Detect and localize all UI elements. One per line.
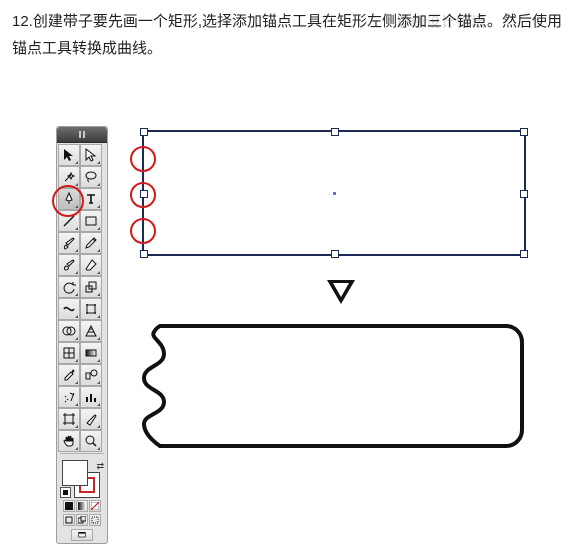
fill-swatch[interactable] bbox=[62, 460, 88, 486]
shape-builder-tool[interactable] bbox=[58, 320, 80, 342]
mesh-tool[interactable] bbox=[58, 342, 80, 364]
pen-tool[interactable] bbox=[58, 188, 80, 210]
draw-inside-button[interactable] bbox=[89, 514, 101, 526]
tools-panel: ⇄ bbox=[56, 126, 108, 544]
step-instruction: 12.创建带子要先画一个矩形,选择添加锚点工具在矩形左侧添加三个锚点。然后使用锚… bbox=[12, 8, 564, 62]
pencil-tool[interactable] bbox=[80, 232, 102, 254]
tool-grid bbox=[57, 143, 107, 456]
symbol-sprayer-tool[interactable] bbox=[58, 386, 80, 408]
demo-area bbox=[126, 130, 556, 448]
width-tool[interactable] bbox=[58, 298, 80, 320]
perspective-grid-tool[interactable] bbox=[80, 320, 102, 342]
gradient-tool[interactable] bbox=[80, 342, 102, 364]
center-point-icon bbox=[333, 192, 336, 195]
handle-icon bbox=[140, 250, 148, 258]
type-tool[interactable] bbox=[80, 188, 102, 210]
color-mode-row bbox=[57, 500, 107, 512]
added-anchor-marker bbox=[130, 146, 156, 172]
zoom-tool[interactable] bbox=[80, 430, 102, 452]
selected-rectangle bbox=[142, 130, 526, 256]
screen-mode-row bbox=[57, 529, 107, 541]
column-graph-tool[interactable] bbox=[80, 386, 102, 408]
gradient-mode-button[interactable] bbox=[76, 500, 88, 512]
screen-mode-button[interactable] bbox=[71, 529, 93, 541]
handle-icon bbox=[520, 250, 528, 258]
none-mode-button[interactable] bbox=[89, 500, 101, 512]
draw-mode-row bbox=[57, 514, 107, 526]
added-anchor-marker bbox=[130, 218, 156, 244]
fill-stroke-swatches[interactable]: ⇄ bbox=[60, 458, 104, 498]
swap-fill-stroke-icon[interactable]: ⇄ bbox=[96, 458, 104, 474]
scale-tool[interactable] bbox=[80, 276, 102, 298]
color-mode-button[interactable] bbox=[63, 500, 75, 512]
curved-result-shape bbox=[142, 324, 556, 448]
handle-icon bbox=[140, 128, 148, 136]
line-segment-tool[interactable] bbox=[58, 210, 80, 232]
draw-normal-button[interactable] bbox=[63, 514, 75, 526]
magic-wand-tool[interactable] bbox=[58, 166, 80, 188]
artboard-tool[interactable] bbox=[58, 408, 80, 430]
added-anchor-marker bbox=[130, 182, 156, 208]
hand-tool[interactable] bbox=[58, 430, 80, 452]
rectangle-with-anchors bbox=[142, 130, 556, 256]
handle-icon bbox=[520, 128, 528, 136]
panel-grip[interactable] bbox=[57, 127, 107, 143]
tool-divider bbox=[60, 453, 104, 454]
blend-tool[interactable] bbox=[80, 364, 102, 386]
direct-selection-tool[interactable] bbox=[80, 144, 102, 166]
free-transform-tool[interactable] bbox=[80, 298, 102, 320]
paintbrush-tool[interactable] bbox=[58, 232, 80, 254]
rotate-tool[interactable] bbox=[58, 276, 80, 298]
handle-icon bbox=[331, 128, 339, 136]
handle-icon bbox=[331, 250, 339, 258]
slice-tool[interactable] bbox=[80, 408, 102, 430]
lasso-tool[interactable] bbox=[80, 166, 102, 188]
blob-brush-tool[interactable] bbox=[58, 254, 80, 276]
eraser-tool[interactable] bbox=[80, 254, 102, 276]
eyedropper-tool[interactable] bbox=[58, 364, 80, 386]
default-fill-stroke-icon[interactable] bbox=[60, 487, 71, 498]
selection-tool[interactable] bbox=[58, 144, 80, 166]
rectangle-tool[interactable] bbox=[80, 210, 102, 232]
down-arrow-icon bbox=[327, 280, 355, 304]
draw-behind-button[interactable] bbox=[76, 514, 88, 526]
handle-icon bbox=[520, 190, 528, 198]
